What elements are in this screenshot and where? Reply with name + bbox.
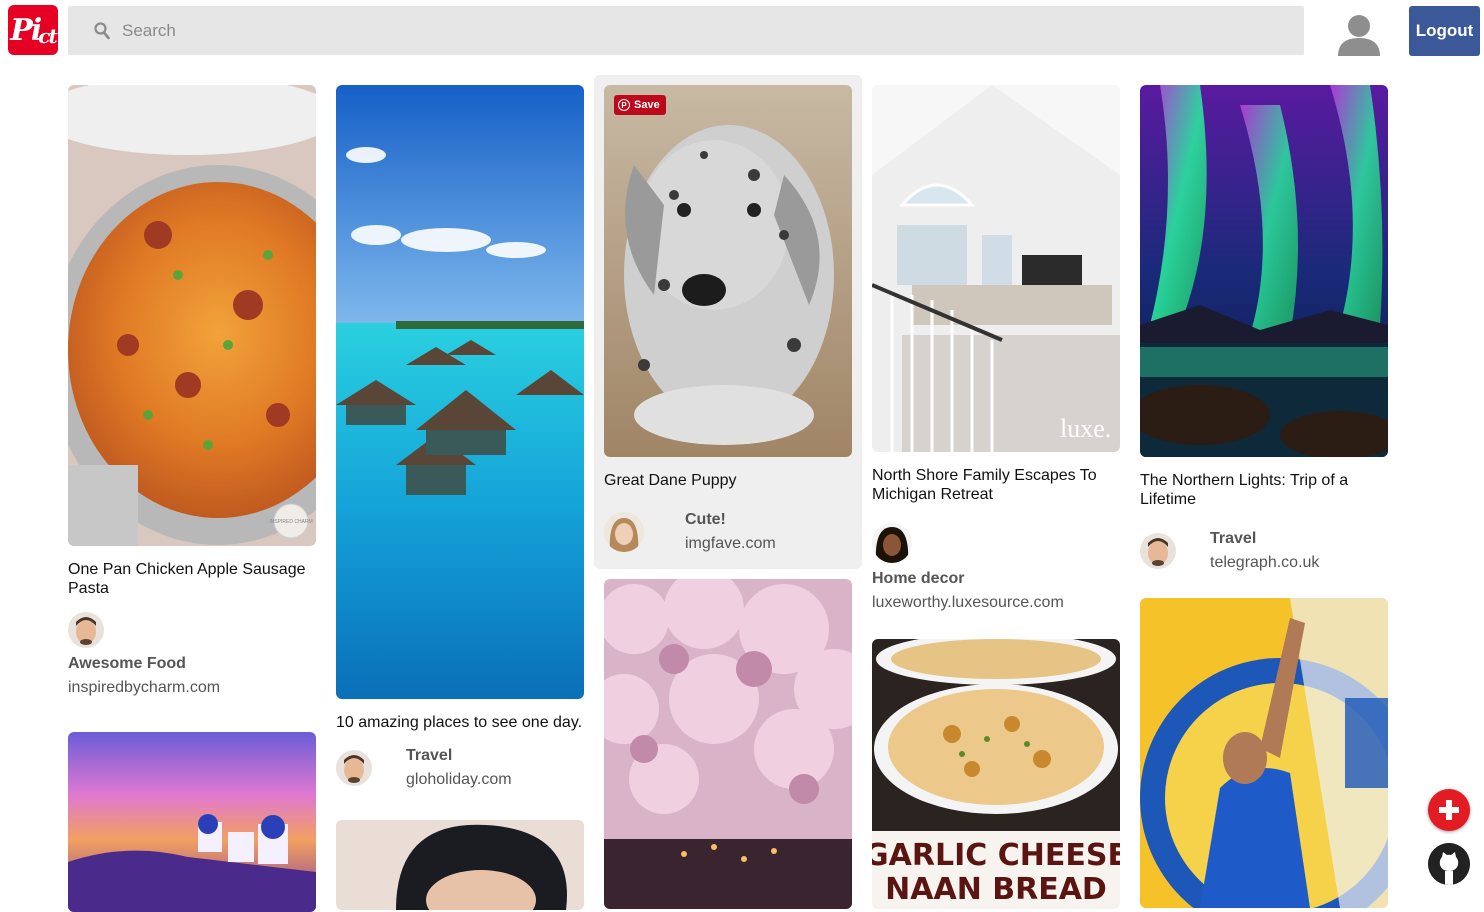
pin-board[interactable]: Awesome Food xyxy=(68,654,316,674)
avatar[interactable] xyxy=(68,612,104,648)
pin-title: Great Dane Puppy xyxy=(604,472,737,489)
save-label: Save xyxy=(634,99,660,111)
user-icon xyxy=(1338,15,1380,56)
pin-source[interactable]: luxeworthy.luxesource.com xyxy=(872,593,1120,613)
image-caption-line-1: GARLIC CHEESE xyxy=(872,838,1120,873)
logo-text: Pi xyxy=(10,12,42,48)
pin-image[interactable]: GARLIC CHEESE NAAN BREAD xyxy=(872,639,1120,909)
search-icon xyxy=(94,21,110,39)
pin-image[interactable] xyxy=(336,85,584,699)
pin-board[interactable]: Travel xyxy=(406,746,512,766)
image-badge: INSPIRED CHARM xyxy=(269,519,312,525)
avatar[interactable] xyxy=(1140,533,1176,569)
pin-card[interactable] xyxy=(336,820,584,910)
pin-title: North Shore Family Escapes To Michigan R… xyxy=(872,467,1097,503)
pin-card[interactable]: 10 amazing places to see one day. Travel… xyxy=(336,85,584,790)
pin-image[interactable]: luxe. xyxy=(872,85,1120,452)
plus-icon xyxy=(1439,800,1459,820)
github-icon xyxy=(1428,843,1470,885)
app-logo[interactable]: Pi ct xyxy=(8,5,58,55)
pinterest-icon: P xyxy=(618,99,630,111)
image-caption-line-2: NAAN BREAD xyxy=(885,872,1107,907)
pin-image[interactable] xyxy=(604,579,852,909)
search-bar[interactable] xyxy=(68,6,1304,55)
add-pin-button[interactable] xyxy=(1428,789,1470,831)
pin-image[interactable] xyxy=(336,820,584,910)
pin-meta: Awesome Food inspiredbycharm.com xyxy=(68,612,316,698)
pin-card[interactable]: The Northern Lights: Trip of a Lifetime … xyxy=(1140,85,1388,573)
pin-image[interactable] xyxy=(1140,85,1388,457)
pin-card[interactable]: luxe. North Shore Family Escapes To Mich… xyxy=(872,85,1120,613)
search-input[interactable] xyxy=(120,19,1224,42)
pin-source[interactable]: imgfave.com xyxy=(685,534,776,554)
image-watermark: luxe. xyxy=(1060,414,1111,443)
pin-meta: Travel telegraph.co.uk xyxy=(1140,529,1388,573)
pin-title: The Northern Lights: Trip of a Lifetime xyxy=(1140,472,1349,508)
pin-title: 10 amazing places to see one day. xyxy=(336,714,583,731)
pin-meta: Travel gloholiday.com xyxy=(336,746,584,790)
save-button[interactable]: P Save xyxy=(614,95,666,115)
pin-board[interactable]: Cute! xyxy=(685,510,776,530)
pin-meta: Cute! imgfave.com xyxy=(604,510,852,554)
pin-image[interactable] xyxy=(1140,598,1388,908)
pin-title: One Pan Chicken Apple Sausage Pasta xyxy=(68,561,306,597)
github-link[interactable] xyxy=(1428,843,1470,885)
pin-meta: Home decor luxeworthy.luxesource.com xyxy=(872,523,1120,613)
pin-board[interactable]: Travel xyxy=(1210,529,1319,549)
pin-image[interactable]: INSPIRED CHARM xyxy=(68,85,316,546)
pin-card[interactable] xyxy=(1140,598,1388,908)
pin-card[interactable]: P Save Great Dane Puppy Cute! imgfave.co… xyxy=(604,85,852,554)
pin-card[interactable]: GARLIC CHEESE NAAN BREAD xyxy=(872,639,1120,909)
profile-button[interactable] xyxy=(1336,12,1382,58)
logout-button[interactable]: Logout xyxy=(1409,6,1480,56)
pin-card[interactable] xyxy=(604,579,852,909)
pin-source[interactable]: inspiredbycharm.com xyxy=(68,678,316,698)
pin-board[interactable]: Home decor xyxy=(872,569,1120,589)
pin-source[interactable]: telegraph.co.uk xyxy=(1210,553,1319,573)
avatar[interactable] xyxy=(872,523,912,563)
pin-image[interactable]: P Save xyxy=(604,85,852,457)
pin-card[interactable] xyxy=(68,732,316,912)
pin-image[interactable] xyxy=(68,732,316,912)
avatar[interactable] xyxy=(604,512,644,552)
pin-source[interactable]: gloholiday.com xyxy=(406,770,512,790)
pin-card[interactable]: INSPIRED CHARM One Pan Chicken Apple Sau… xyxy=(68,85,316,698)
logo-subtext: ct xyxy=(38,24,57,48)
avatar[interactable] xyxy=(336,750,372,786)
